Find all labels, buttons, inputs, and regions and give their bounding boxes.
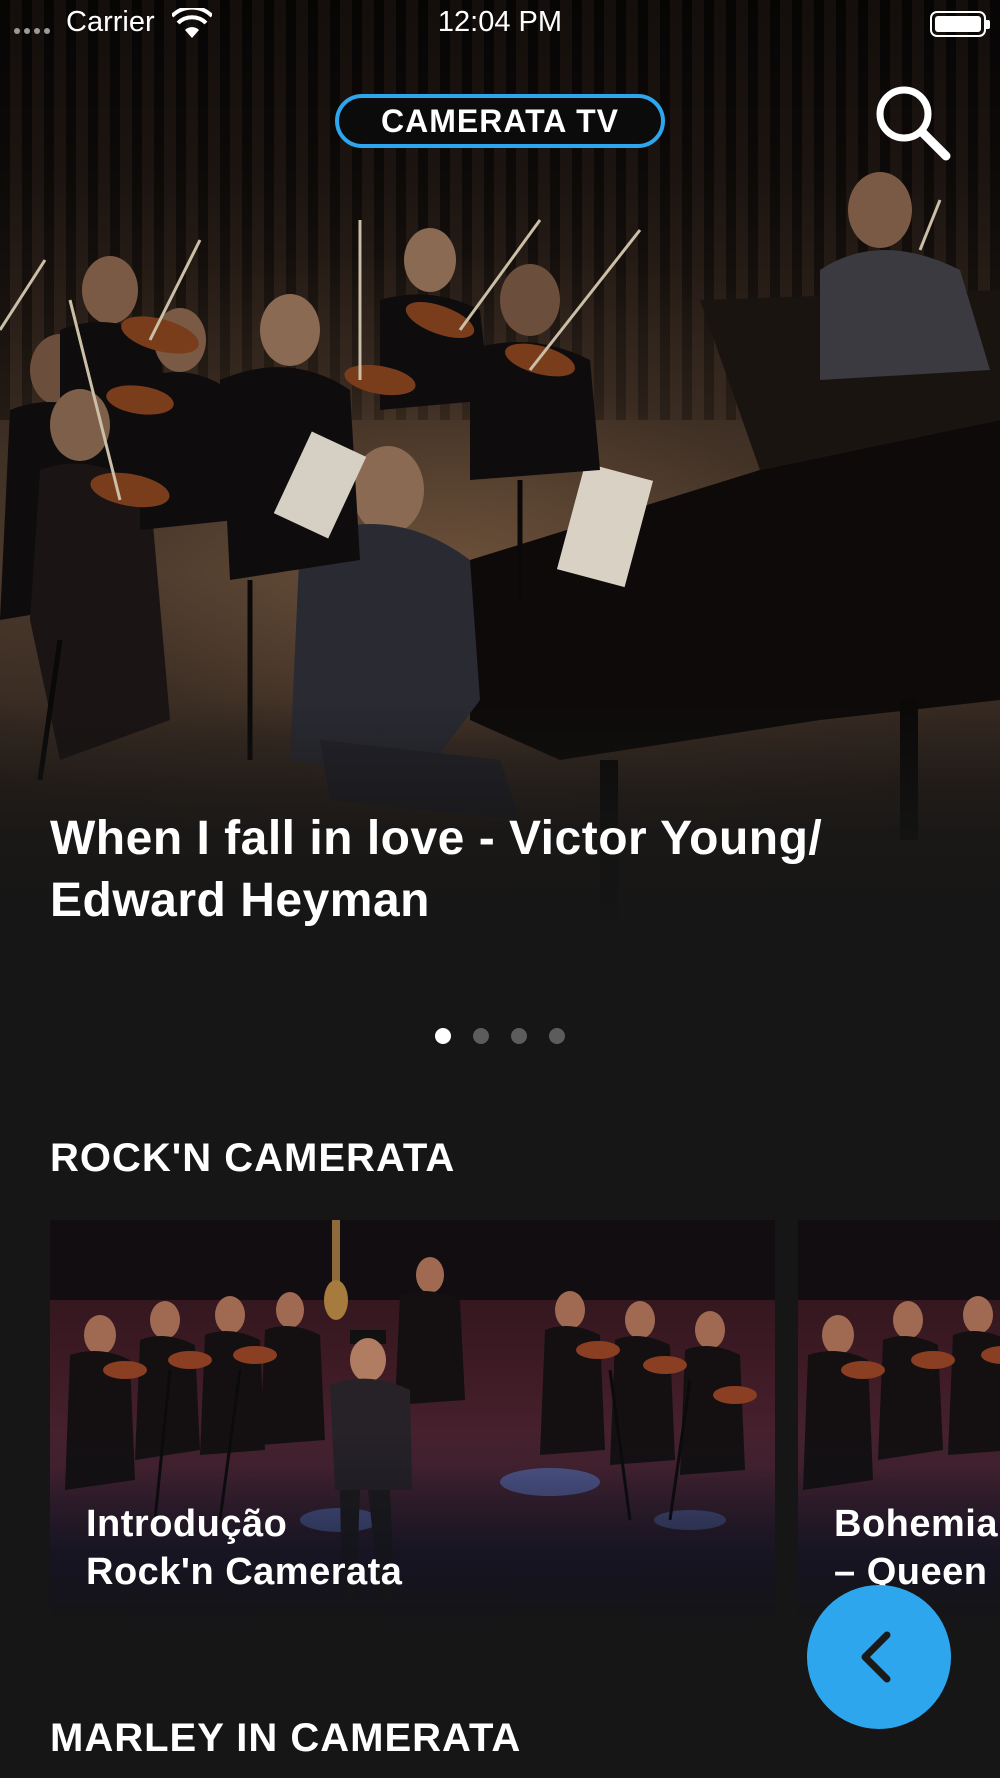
brand-logo[interactable]: CAMERATA TV <box>335 94 665 148</box>
chevron-left-icon <box>861 1631 891 1683</box>
search-button[interactable] <box>870 80 954 164</box>
carousel-pagination[interactable] <box>0 1028 1000 1044</box>
card-title: Bohemia – Queen <box>834 1503 998 1593</box>
card-title: Introdução Rock'n Camerata <box>86 1503 403 1593</box>
hero-title[interactable]: When I fall in love - Victor Young/ Edwa… <box>50 808 970 932</box>
section-title-rockn-camerata: ROCK'N CAMERATA <box>50 1136 456 1180</box>
hero-banner[interactable]: When I fall in love - Victor Young/ Edwa… <box>0 0 1000 990</box>
video-card[interactable]: Bohemia – Queen <box>798 1220 1000 1630</box>
carousel-dot-1[interactable] <box>435 1028 451 1044</box>
back-fab-button[interactable] <box>807 1585 951 1729</box>
video-card[interactable]: Introdução Rock'n Camerata <box>50 1220 775 1630</box>
section-title-marley-in-camerata: MARLEY IN CAMERATA <box>50 1716 522 1760</box>
carousel-dot-4[interactable] <box>549 1028 565 1044</box>
carousel-dot-2[interactable] <box>473 1028 489 1044</box>
battery-icon <box>930 11 990 37</box>
carousel-dot-3[interactable] <box>511 1028 527 1044</box>
status-time: 12:04 PM <box>437 6 563 38</box>
status-bar: Carrier 12:04 PM <box>0 0 1000 50</box>
search-icon <box>876 86 951 161</box>
